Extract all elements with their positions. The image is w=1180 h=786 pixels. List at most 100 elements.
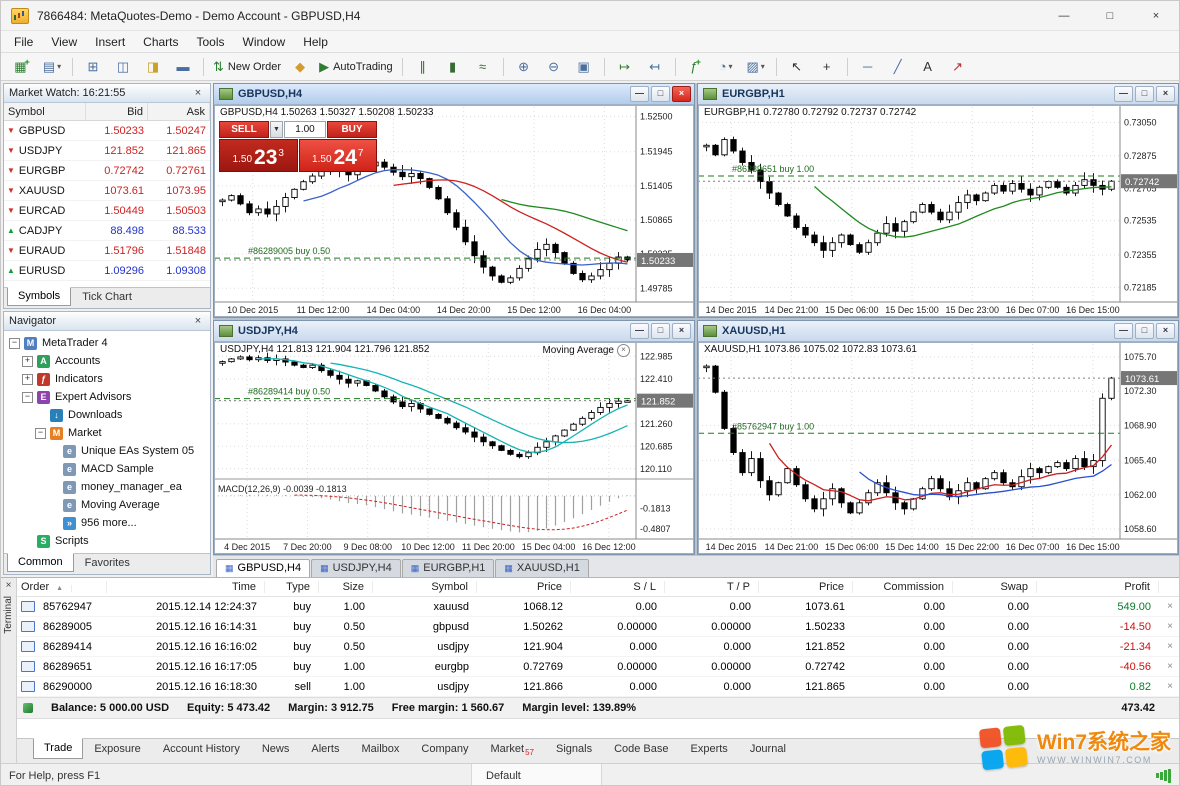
order-row-86289005[interactable]: 862890052015.12.16 16:14:31buy0.50gbpusd… bbox=[17, 617, 1180, 637]
xauusd-candlestick-chart[interactable]: 14 Dec 201514 Dec 21:0015 Dec 06:0015 De… bbox=[698, 342, 1178, 554]
terminal-column-price[interactable]: Price bbox=[759, 581, 853, 593]
menu-charts[interactable]: Charts bbox=[134, 31, 187, 53]
nav-item-market[interactable]: −MMarket bbox=[4, 424, 210, 442]
toolbar-auto-scroll-button[interactable]: ↦ bbox=[610, 55, 640, 79]
terminal-tab-code-base[interactable]: Code Base bbox=[603, 739, 679, 760]
toolbar-zoom-out-button[interactable]: ⊖ bbox=[539, 55, 569, 79]
nav-item-metatrader-4[interactable]: −MMetaTrader 4 bbox=[4, 334, 210, 352]
collapse-icon[interactable]: − bbox=[22, 392, 33, 403]
sell-button[interactable]: SELL bbox=[219, 121, 269, 138]
terminal-close-icon[interactable]: × bbox=[6, 580, 12, 594]
market-watch-close-icon[interactable]: × bbox=[191, 87, 205, 99]
chart-tab-eurgbp-h1[interactable]: ▦EURGBP,H1 bbox=[402, 559, 495, 577]
volume-dropdown-icon[interactable]: ▼ bbox=[270, 121, 283, 138]
order-row-86290000[interactable]: 862900002015.12.16 16:18:30sell1.00usdjp… bbox=[17, 677, 1180, 697]
terminal-tab-news[interactable]: News bbox=[251, 739, 301, 760]
collapse-icon[interactable]: − bbox=[9, 338, 20, 349]
chart-tab-usdjpy-h4[interactable]: ▦USDJPY,H4 bbox=[311, 559, 401, 577]
terminal-tab-company[interactable]: Company bbox=[410, 739, 479, 760]
market-watch-row-usdjpy[interactable]: ▼USDJPY121.852121.865 bbox=[4, 141, 210, 161]
column-ask[interactable]: Ask bbox=[148, 103, 210, 120]
chart-window-titlebar[interactable]: USDJPY,H4 — □ × bbox=[214, 321, 694, 342]
toolbar-trendline-button[interactable]: ╱ bbox=[883, 55, 913, 79]
terminal-column-s-l[interactable]: S / L bbox=[571, 581, 665, 593]
toolbar-periods-button[interactable]: ◔▾ bbox=[711, 55, 741, 79]
terminal-column-t-p[interactable]: T / P bbox=[665, 581, 759, 593]
navigator-tab-favorites[interactable]: Favorites bbox=[74, 554, 141, 573]
nav-item-expert-advisors[interactable]: −EExpert Advisors bbox=[4, 388, 210, 406]
terminal-tab-mailbox[interactable]: Mailbox bbox=[350, 739, 410, 760]
toolbar-horizontal-line-button[interactable]: ─ bbox=[853, 55, 883, 79]
volume-input[interactable]: 1.00 bbox=[284, 121, 326, 138]
chart-minimize-button[interactable]: — bbox=[630, 86, 649, 102]
chart-window-titlebar[interactable]: GBPUSD,H4 — □ × bbox=[214, 84, 694, 105]
market-watch-row-xauusd[interactable]: ▼XAUUSD1073.611073.95 bbox=[4, 181, 210, 201]
minimize-button[interactable]: — bbox=[1041, 1, 1087, 30]
toolbar-market-watch-button[interactable]: ⊞ bbox=[78, 55, 108, 79]
terminal-column-swap[interactable]: Swap bbox=[953, 581, 1037, 593]
menu-file[interactable]: File bbox=[5, 31, 42, 53]
buy-price-button[interactable]: 1.50 24 7 bbox=[299, 139, 378, 172]
expand-icon[interactable]: + bbox=[22, 374, 33, 385]
close-position-button[interactable]: × bbox=[1159, 621, 1180, 632]
toolbar-data-window-button[interactable]: ◫ bbox=[108, 55, 138, 79]
menu-view[interactable]: View bbox=[42, 31, 86, 53]
chart-minimize-button[interactable]: — bbox=[630, 323, 649, 339]
market-watch-row-eurcad[interactable]: ▼EURCAD1.504491.50503 bbox=[4, 201, 210, 221]
terminal-tab-market[interactable]: Market57 bbox=[479, 739, 545, 762]
market-watch-row-eurusd[interactable]: ▲EURUSD1.092961.09308 bbox=[4, 261, 210, 281]
chart-close-button[interactable]: × bbox=[1156, 86, 1175, 102]
chart-restore-button[interactable]: □ bbox=[1135, 323, 1154, 339]
close-position-button[interactable]: × bbox=[1159, 641, 1180, 652]
sell-price-button[interactable]: 1.50 23 3 bbox=[219, 139, 298, 172]
toolbar-text-label-button[interactable]: A bbox=[913, 55, 943, 79]
market-watch-row-euraud[interactable]: ▼EURAUD1.517961.51848 bbox=[4, 241, 210, 261]
nav-item-moving-average[interactable]: eMoving Average bbox=[4, 496, 210, 514]
toolbar-bar-chart-button[interactable]: ∥ bbox=[408, 55, 438, 79]
maximize-button[interactable]: □ bbox=[1087, 1, 1133, 30]
chart-tab-gbpusd-h4[interactable]: ▦GBPUSD,H4 bbox=[216, 559, 310, 577]
nav-item-macd-sample[interactable]: eMACD Sample bbox=[4, 460, 210, 478]
profile-selector[interactable]: Default bbox=[471, 764, 601, 786]
close-position-button[interactable]: × bbox=[1159, 661, 1180, 672]
menu-insert[interactable]: Insert bbox=[86, 31, 134, 53]
close-position-button[interactable]: × bbox=[1159, 681, 1180, 692]
terminal-column-order[interactable]: Order▲ bbox=[17, 581, 107, 593]
toolbar-candlestick-chart-button[interactable]: ▮ bbox=[438, 55, 468, 79]
terminal-tab-journal[interactable]: Journal bbox=[739, 739, 797, 760]
nav-item-956-more-[interactable]: »956 more... bbox=[4, 514, 210, 532]
collapse-icon[interactable]: − bbox=[35, 428, 46, 439]
usdjpy-chart-mount[interactable]: 4 Dec 20157 Dec 20:009 Dec 08:0010 Dec 1… bbox=[214, 342, 694, 554]
terminal-tab-trade[interactable]: Trade bbox=[33, 738, 83, 759]
toolbar-crosshair-button[interactable]: + bbox=[812, 55, 842, 79]
navigator-tab-common[interactable]: Common bbox=[7, 553, 74, 572]
terminal-column-commission[interactable]: Commission bbox=[853, 581, 953, 593]
chart-window-titlebar[interactable]: XAUUSD,H1 — □ × bbox=[698, 321, 1178, 342]
chart-minimize-button[interactable]: — bbox=[1114, 86, 1133, 102]
menu-window[interactable]: Window bbox=[234, 31, 295, 53]
nav-item-accounts[interactable]: +AAccounts bbox=[4, 352, 210, 370]
nav-item-unique-eas-system-05[interactable]: eUnique EAs System 05 bbox=[4, 442, 210, 460]
toolbar-new-order-button[interactable]: ⇅New Order bbox=[209, 55, 285, 79]
close-position-button[interactable]: × bbox=[1159, 601, 1180, 612]
nav-item-downloads[interactable]: ↓Downloads bbox=[4, 406, 210, 424]
nav-item-indicators[interactable]: +ƒIndicators bbox=[4, 370, 210, 388]
terminal-tab-exposure[interactable]: Exposure bbox=[83, 739, 151, 760]
toolbar-new-chart-button[interactable]: ▦+ bbox=[7, 55, 37, 79]
column-bid[interactable]: Bid bbox=[86, 103, 148, 120]
market-watch-tab-symbols[interactable]: Symbols bbox=[7, 287, 71, 306]
indicator-remove-icon[interactable]: × bbox=[617, 344, 630, 357]
nav-item-scripts[interactable]: SScripts bbox=[4, 532, 210, 550]
toolbar-tile-windows-button[interactable]: ▣ bbox=[569, 55, 599, 79]
terminal-tab-experts[interactable]: Experts bbox=[680, 739, 739, 760]
order-row-85762947[interactable]: 857629472015.12.14 12:24:37buy1.00xauusd… bbox=[17, 597, 1180, 617]
menu-help[interactable]: Help bbox=[294, 31, 337, 53]
toolbar-zoom-in-button[interactable]: ⊕ bbox=[509, 55, 539, 79]
toolbar-templates-button[interactable]: ▨▾ bbox=[741, 55, 771, 79]
toolbar-cursor-button[interactable]: ↖ bbox=[782, 55, 812, 79]
eurgbp-chart-mount[interactable]: 14 Dec 201514 Dec 21:0015 Dec 06:0015 De… bbox=[698, 105, 1178, 317]
chart-close-button[interactable]: × bbox=[672, 323, 691, 339]
toolbar-navigator-button[interactable]: ◨ bbox=[138, 55, 168, 79]
chart-window-titlebar[interactable]: EURGBP,H1 — □ × bbox=[698, 84, 1178, 105]
xauusd-chart-mount[interactable]: 14 Dec 201514 Dec 21:0015 Dec 06:0015 De… bbox=[698, 342, 1178, 554]
